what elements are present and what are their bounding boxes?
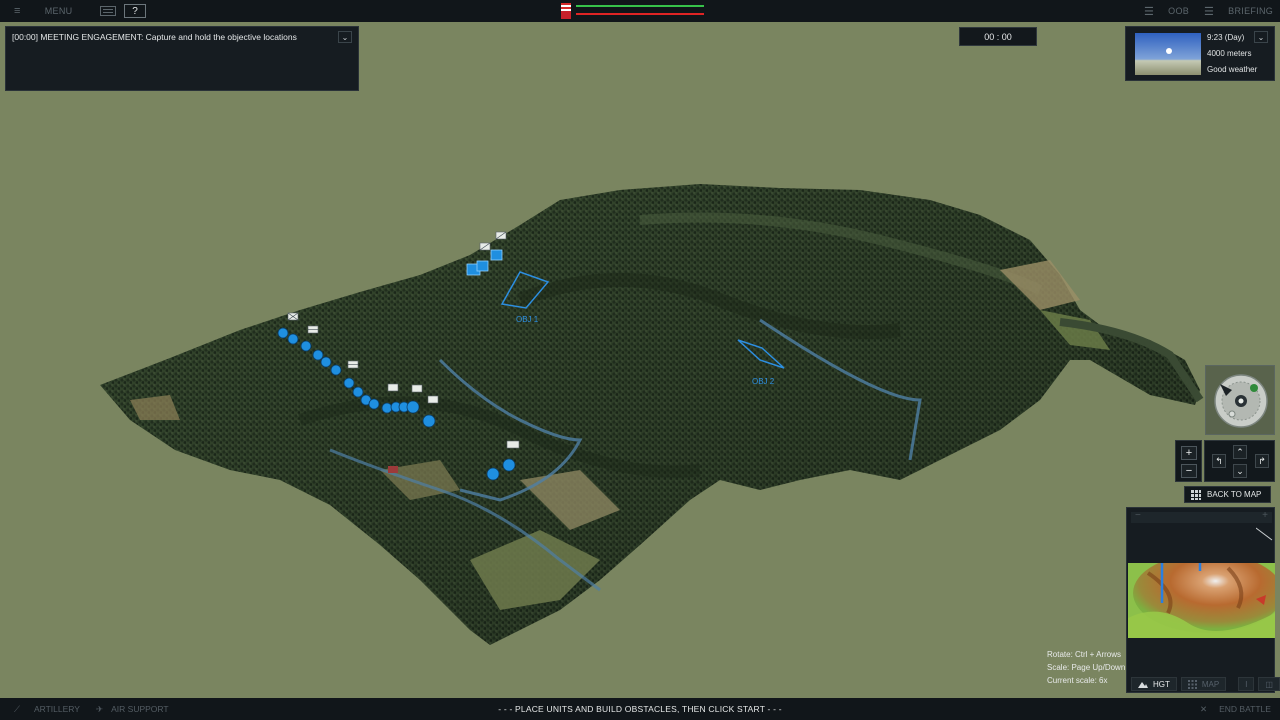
tab-map[interactable]: MAP [1180, 677, 1227, 691]
unit-marker[interactable] [486, 467, 500, 481]
sun-icon [1166, 48, 1172, 54]
briefing-text: [00:00] MEETING ENGAGEMENT: Capture and … [12, 32, 297, 42]
hamburger-icon: ≡ [14, 5, 21, 17]
pan-down-button[interactable]: ⌄ [1233, 464, 1247, 478]
vehicle-marker[interactable] [476, 260, 489, 272]
scale-hint: Scale: Page Up/Down [1047, 663, 1126, 672]
building-icon [388, 466, 398, 473]
placement-instruction: - - - PLACE UNITS AND BUILD OBSTACLES, T… [498, 704, 782, 714]
weather-dropdown-button[interactable]: ⌄ [1254, 31, 1268, 43]
compass-icon [1214, 374, 1268, 428]
tab-map-label: MAP [1201, 679, 1220, 689]
minimap-view-cone-icon [1256, 527, 1273, 541]
top-bar: ≡ MENU ? ☰ OOB ☰ BRIEFING [0, 0, 1280, 22]
enemy-strength-bar [576, 13, 704, 15]
menu-button[interactable]: ≡ MENU [6, 0, 80, 22]
minimap-height-image [1128, 563, 1275, 638]
oob-icon: ☰ [1144, 5, 1155, 18]
oob-label: OOB [1168, 6, 1190, 16]
grid-icon [1187, 679, 1197, 689]
pan-up-button[interactable]: ⌃ [1233, 445, 1247, 459]
oob-button[interactable]: ☰ OOB [1136, 0, 1197, 22]
unit-marker[interactable] [368, 398, 380, 410]
info-icon: ǀ [1245, 679, 1248, 689]
help-button[interactable]: ? [124, 4, 146, 18]
objective-2-label: OBJ 2 [752, 377, 775, 386]
briefing-panel: [00:00] MEETING ENGAGEMENT: Capture and … [5, 26, 359, 91]
tab-hgt-label: HGT [1153, 679, 1170, 689]
terrain-3d-view[interactable] [0, 22, 1280, 698]
sky-preview [1135, 33, 1201, 75]
minimap-settings-button[interactable]: ◫ [1258, 677, 1280, 691]
minimap-panel: − + Rotate: Ctrl + Arrows Scale: Page Up… [1047, 507, 1280, 693]
us-flag-icon [561, 3, 571, 19]
rotate-hint: Rotate: Ctrl + Arrows [1047, 650, 1122, 659]
mountain-icon [1138, 681, 1148, 688]
friendly-strength-bar [576, 5, 704, 7]
keyboard-button[interactable] [92, 0, 124, 22]
briefing-icon: ☰ [1204, 5, 1215, 18]
objective-1-label: OBJ 1 [516, 315, 539, 324]
unit-marker[interactable] [287, 333, 299, 345]
end-battle-button[interactable]: ✕ END BATTLE [1200, 698, 1271, 720]
minimap-info-button[interactable]: ǀ [1238, 677, 1255, 691]
zoom-out-button[interactable]: − [1181, 464, 1197, 478]
briefing-button[interactable]: ☰ BRIEFING [1196, 0, 1280, 22]
unit-marker[interactable] [381, 402, 393, 414]
unit-marker[interactable] [277, 327, 289, 339]
back-to-map-button[interactable]: BACK TO MAP [1184, 486, 1271, 503]
unit-symbol-icon[interactable] [506, 440, 520, 449]
settings-icon: ◫ [1265, 679, 1273, 689]
grid-icon [1191, 489, 1201, 500]
zoom-controls: + − [1175, 440, 1202, 482]
minimap-scale-bar: − + [1131, 510, 1272, 523]
time-of-day: 9:23 (Day) [1207, 33, 1245, 42]
menu-label: MENU [44, 6, 73, 16]
minimap-plus-button[interactable]: + [1262, 510, 1268, 521]
back-to-map-label: BACK TO MAP [1207, 490, 1262, 499]
minimap-minus-button[interactable]: − [1135, 510, 1141, 521]
vehicle-marker[interactable] [490, 249, 503, 261]
unit-marker[interactable] [352, 386, 364, 398]
compass-panel[interactable] [1205, 365, 1275, 435]
unit-marker[interactable] [406, 400, 420, 414]
unit-symbol-icon[interactable] [387, 383, 399, 392]
briefing-dropdown-button[interactable]: ⌄ [338, 31, 352, 43]
rotate-left-button[interactable]: ↰ [1212, 454, 1226, 468]
current-scale: Current scale: 6x [1047, 676, 1108, 685]
unit-symbol-icon[interactable] [411, 384, 423, 393]
unit-marker[interactable] [300, 340, 312, 352]
camera-nav-controls: ⌃ ⌄ ↰ ↱ [1204, 440, 1275, 482]
minimap-tabs: HGT MAP ǀ ◫ [1131, 677, 1280, 691]
tab-hgt[interactable]: HGT [1131, 677, 1177, 691]
unit-marker[interactable] [312, 349, 324, 361]
unit-marker[interactable] [320, 356, 332, 368]
unit-marker[interactable] [343, 377, 355, 389]
bottom-bar: ⟋ ARTILLERY ✈ AIR SUPPORT - - - PLACE UN… [0, 698, 1280, 720]
weather-condition: Good weather [1207, 65, 1258, 74]
unit-marker[interactable] [502, 458, 516, 472]
rotate-right-button[interactable]: ↱ [1255, 454, 1269, 468]
terrain-map [100, 184, 1204, 645]
unit-symbol-icon[interactable] [427, 395, 439, 404]
battle-timer: 00 : 00 [959, 27, 1037, 46]
zoom-in-button[interactable]: + [1181, 446, 1197, 460]
unit-marker[interactable] [422, 414, 436, 428]
unit-marker[interactable] [330, 364, 342, 376]
close-icon: ✕ [1200, 703, 1208, 714]
end-battle-label: END BATTLE [1219, 704, 1271, 714]
minimap[interactable] [1128, 563, 1275, 638]
briefing-label: BRIEFING [1228, 6, 1274, 16]
weather-panel: 9:23 (Day) 4000 meters Good weather ⌄ [1125, 26, 1275, 81]
visibility: 4000 meters [1207, 49, 1252, 58]
keyboard-icon [100, 6, 116, 16]
